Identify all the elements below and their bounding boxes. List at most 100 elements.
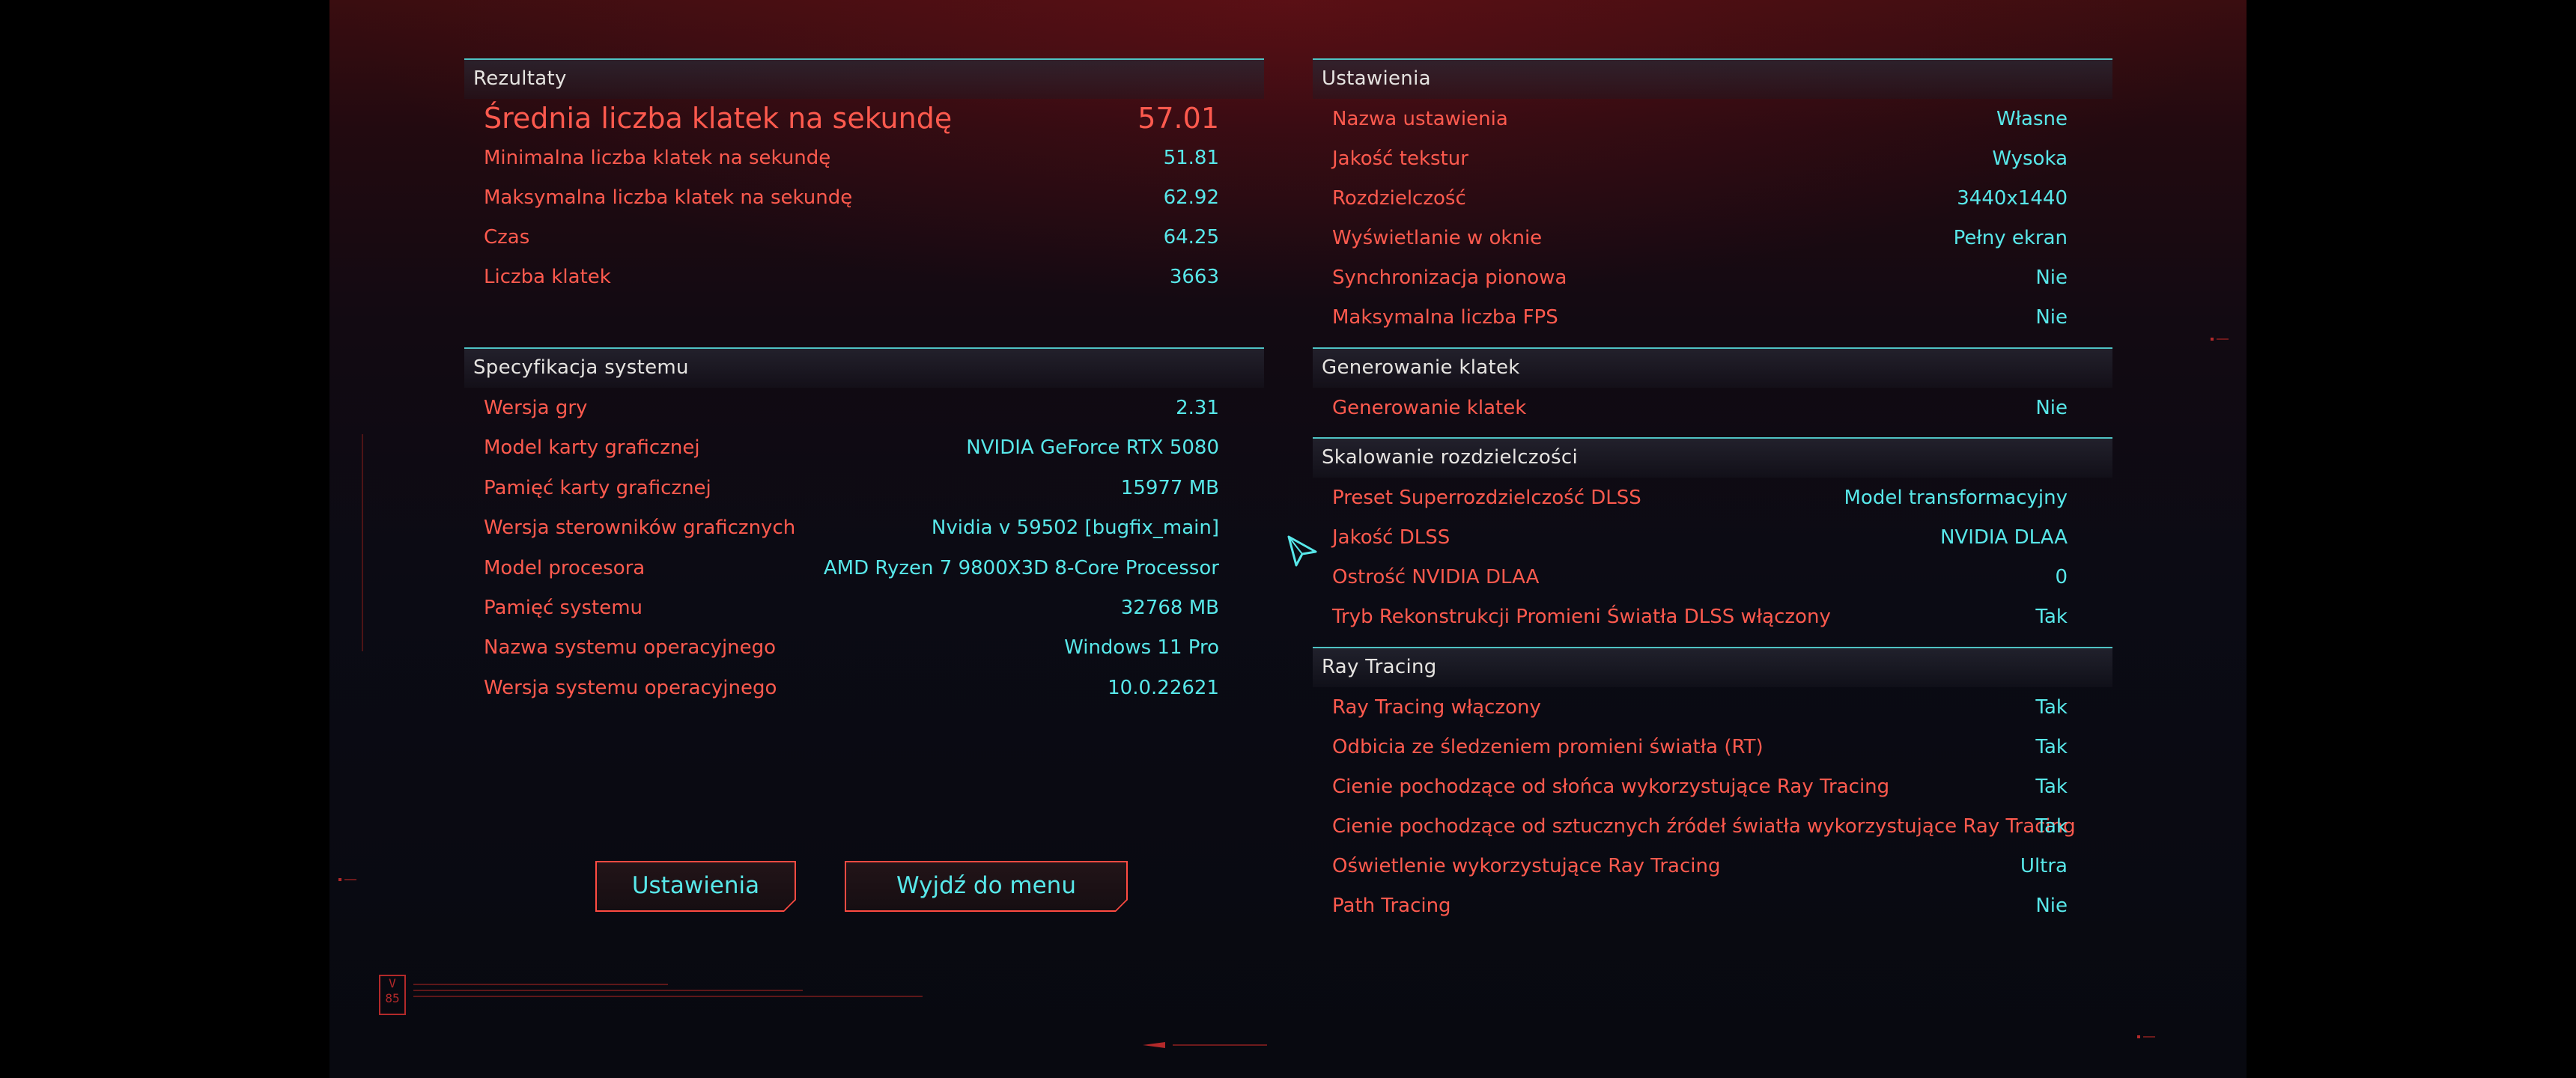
vsync-label: Synchronizacja pionowa: [1332, 267, 1567, 289]
rt-lighting-row: Oświetlenie wykorzystujące Ray Tracing U…: [1332, 852, 2068, 882]
time-value: 64.25: [1163, 226, 1219, 249]
cpu-model-row: Model procesora AMD Ryzen 7 9800X3D 8-Co…: [484, 554, 1219, 584]
results-title: Rezultaty: [473, 67, 567, 90]
max-fps-label: Maksymalna liczba klatek na sekundę: [484, 186, 853, 209]
resolution-label: Rozdzielczość: [1332, 187, 1466, 210]
avg-fps-label: Średnia liczba klatek na sekundę: [484, 102, 953, 135]
os-version-label: Wersja systemu operacyjnego: [484, 677, 777, 699]
window-mode-row: Wyświetlanie w oknie Pełny ekran: [1332, 224, 2068, 254]
ray-tracing-title: Ray Tracing: [1322, 656, 1437, 678]
gpu-memory-row: Pamięć karty graficznej 15977 MB: [484, 474, 1219, 504]
rt-enabled-value: Tak: [2035, 696, 2068, 719]
corner-tick-icon: [2211, 338, 2229, 341]
dlss-preset-row: Preset Superrozdzielczość DLSS Model tra…: [1332, 484, 2068, 514]
system-panel: Specyfikacja systemu Wersja gry 2.31 Mod…: [464, 347, 1264, 714]
avg-fps-row: Średnia liczba klatek na sekundę 57.01: [484, 102, 1219, 135]
vertical-fine-print-icon: [362, 434, 363, 651]
rt-local-shadows-label: Cienie pochodzące od sztucznych źródeł ś…: [1332, 815, 2076, 838]
driver-version-row: Wersja sterowników graficznych Nvidia v …: [484, 514, 1219, 543]
min-fps-label: Minimalna liczba klatek na sekundę: [484, 147, 831, 169]
gpu-model-label: Model karty graficznej: [484, 436, 700, 459]
preset-name-label: Nazwa ustawienia: [1332, 108, 1508, 130]
frame-gen-value: Nie: [2035, 397, 2068, 419]
rt-enabled-label: Ray Tracing włączony: [1332, 696, 1541, 719]
avg-fps-value: 57.01: [1137, 102, 1219, 135]
ray-reconstruction-value: Tak: [2035, 606, 2068, 628]
texture-quality-label: Jakość tekstur: [1332, 147, 1468, 170]
pointer-arrow-icon: [1287, 535, 1317, 567]
scaling-panel: Skalowanie rozdzielczości Preset Superro…: [1313, 437, 2112, 639]
frame-gen-header: Generowanie klatek: [1313, 347, 2112, 388]
time-row: Czas 64.25: [484, 223, 1219, 253]
max-fps-value: 62.92: [1163, 186, 1219, 209]
results-panel: Rezultaty Średnia liczba klatek na sekun…: [464, 58, 1264, 313]
settings-title: Ustawienia: [1322, 67, 1431, 90]
game-version-row: Wersja gry 2.31: [484, 394, 1219, 424]
dlss-quality-row: Jakość DLSS NVIDIA DLAA: [1332, 523, 2068, 553]
ray-tracing-panel: Ray Tracing Ray Tracing włączony Tak Odb…: [1313, 647, 2112, 931]
game-version-value: 2.31: [1176, 397, 1219, 419]
preset-name-row: Nazwa ustawienia Własne: [1332, 105, 2068, 135]
v85-logo-icon: V 85: [379, 975, 406, 1015]
frame-gen-label: Generowanie klatek: [1332, 397, 1527, 419]
min-fps-row: Minimalna liczba klatek na sekundę 51.81: [484, 144, 1219, 174]
settings-header: Ustawienia: [1313, 58, 2112, 99]
max-fps-setting-row: Maksymalna liczba FPS Nie: [1332, 303, 2068, 333]
max-fps-setting-label: Maksymalna liczba FPS: [1332, 306, 1558, 329]
frame-gen-row: Generowanie klatek Nie: [1332, 394, 2068, 424]
os-name-label: Nazwa systemu operacyjnego: [484, 636, 777, 659]
frames-row: Liczba klatek 3663: [484, 263, 1219, 293]
driver-version-value: Nvidia v 59502 [bugfix_main]: [931, 517, 1219, 539]
ray-reconstruction-label: Tryb Rekonstrukcji Promieni Światła DLSS…: [1332, 606, 1831, 628]
frames-label: Liczba klatek: [484, 266, 611, 288]
preset-name-value: Własne: [1996, 108, 2068, 130]
system-header: Specyfikacja systemu: [464, 347, 1264, 388]
os-name-row: Nazwa systemu operacyjnego Windows 11 Pr…: [484, 633, 1219, 663]
rt-reflections-value: Tak: [2035, 736, 2068, 758]
frames-value: 3663: [1169, 266, 1219, 288]
time-label: Czas: [484, 226, 530, 249]
scaling-header: Skalowanie rozdzielczości: [1313, 437, 2112, 478]
os-name-value: Windows 11 Pro: [1064, 636, 1219, 659]
decorative-fine-print-icon: [413, 984, 923, 997]
gpu-model-row: Model karty graficznej NVIDIA GeForce RT…: [484, 433, 1219, 463]
game-version-label: Wersja gry: [484, 397, 588, 419]
window-mode-label: Wyświetlanie w oknie: [1332, 227, 1543, 249]
resolution-value: 3440x1440: [1957, 187, 2068, 210]
rt-sun-shadows-value: Tak: [2035, 776, 2068, 798]
gpu-model-value: NVIDIA GeForce RTX 5080: [966, 436, 1219, 459]
min-fps-value: 51.81: [1163, 147, 1219, 169]
cpu-model-value: AMD Ryzen 7 9800X3D 8-Core Processor: [823, 557, 1219, 579]
bottom-marker-icon: [1143, 1042, 1267, 1048]
results-header: Rezultaty: [464, 58, 1264, 99]
path-tracing-label: Path Tracing: [1332, 895, 1451, 917]
vsync-row: Synchronizacja pionowa Nie: [1332, 264, 2068, 293]
rt-sun-shadows-label: Cienie pochodzące od słońca wykorzystują…: [1332, 776, 1890, 798]
rt-lighting-label: Oświetlenie wykorzystujące Ray Tracing: [1332, 855, 1721, 877]
dlaa-sharpness-value: 0: [2055, 566, 2068, 588]
exit-to-main-menu-button[interactable]: Wyjdź do menu głównego: [845, 861, 1128, 912]
vsync-value: Nie: [2035, 267, 2068, 289]
system-memory-value: 32768 MB: [1120, 597, 1219, 619]
rt-local-shadows-row: Cienie pochodzące od sztucznych źródeł ś…: [1332, 812, 2076, 842]
settings-panel: Ustawienia Nazwa ustawienia Własne Jakoś…: [1313, 58, 2112, 343]
rt-local-shadows-value: Tak: [2035, 815, 2068, 838]
dlss-quality-value: NVIDIA DLAA: [1939, 526, 2068, 549]
window-mode-value: Pełny ekran: [1953, 227, 2068, 249]
rt-reflections-row: Odbicia ze śledzeniem promieni światła (…: [1332, 733, 2068, 763]
max-fps-setting-value: Nie: [2035, 306, 2068, 329]
cpu-model-label: Model procesora: [484, 557, 645, 579]
ray-reconstruction-row: Tryb Rekonstrukcji Promieni Światła DLSS…: [1332, 603, 2068, 633]
settings-button[interactable]: Ustawienia: [595, 861, 796, 912]
dlss-quality-label: Jakość DLSS: [1332, 526, 1450, 549]
os-version-row: Wersja systemu operacyjnego 10.0.22621: [484, 674, 1219, 704]
texture-quality-value: Wysoka: [1992, 147, 2068, 170]
scaling-title: Skalowanie rozdzielczości: [1322, 446, 1579, 469]
path-tracing-row: Path Tracing Nie: [1332, 892, 2068, 922]
gpu-memory-label: Pamięć karty graficznej: [484, 477, 711, 499]
frame-gen-title: Generowanie klatek: [1322, 356, 1520, 379]
texture-quality-row: Jakość tekstur Wysoka: [1332, 144, 2068, 174]
rt-sun-shadows-row: Cienie pochodzące od słońca wykorzystują…: [1332, 773, 2068, 803]
path-tracing-value: Nie: [2035, 895, 2068, 917]
dlaa-sharpness-label: Ostrość NVIDIA DLAA: [1332, 566, 1540, 588]
